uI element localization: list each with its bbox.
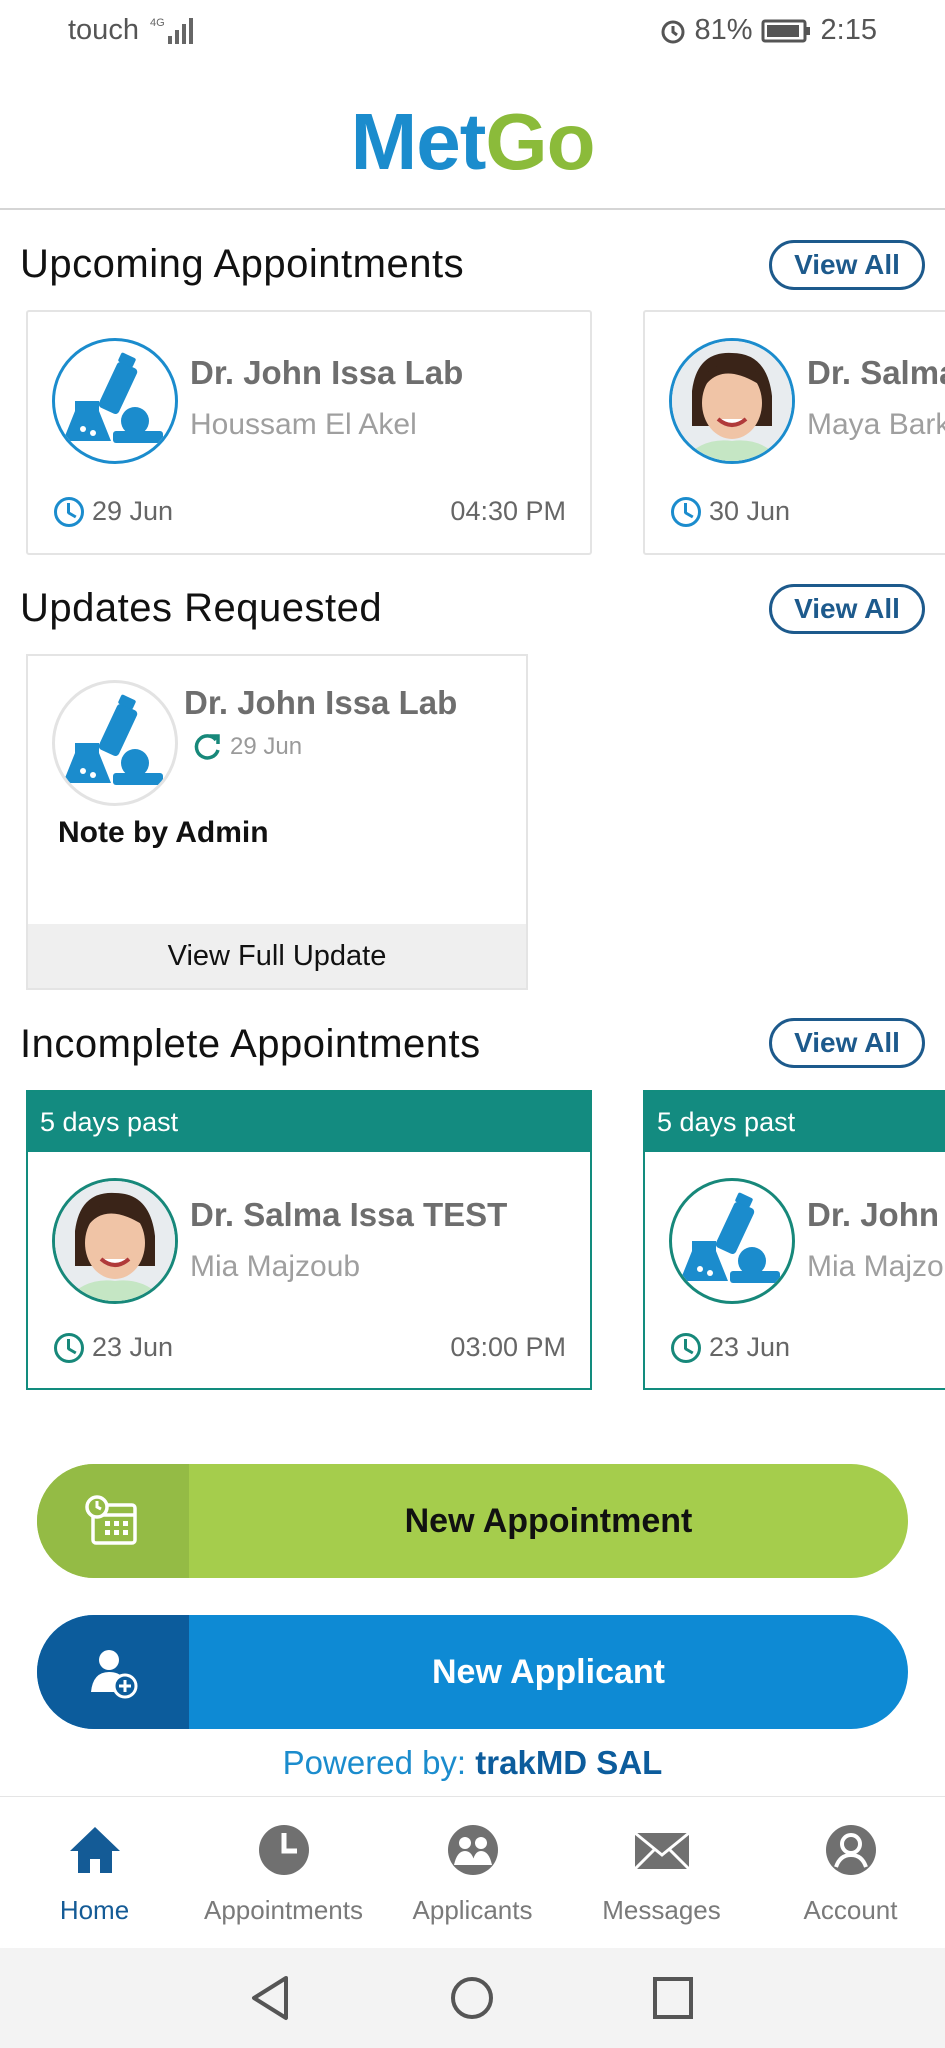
clock-icon bbox=[671, 1332, 701, 1363]
new-applicant-button[interactable]: New Applicant bbox=[37, 1615, 908, 1729]
user-icon bbox=[826, 1825, 876, 1875]
patient-name: Houssam El Akel bbox=[190, 408, 417, 441]
doctor-name: Dr. John bbox=[807, 1196, 940, 1233]
nav-account[interactable]: Account bbox=[756, 1797, 945, 1949]
doctor-photo-avatar bbox=[52, 1178, 178, 1304]
clock-time: 2:15 bbox=[820, 14, 877, 46]
update-date: 29 Jun bbox=[192, 732, 302, 762]
doctor-name: Dr. Salma Issa TEST bbox=[190, 1196, 508, 1233]
clock-icon bbox=[54, 496, 84, 527]
back-icon[interactable] bbox=[248, 1974, 292, 2022]
appointment-date: 30 Jun bbox=[671, 496, 790, 527]
patient-name: Mia Majzo bbox=[807, 1250, 944, 1283]
view-full-update-button[interactable]: View Full Update bbox=[28, 924, 526, 988]
carrier-label: touch bbox=[68, 14, 139, 46]
signal-icon: 4G bbox=[150, 17, 193, 44]
appointment-date: 23 Jun bbox=[671, 1332, 790, 1363]
days-past-badge: 5 days past bbox=[645, 1092, 945, 1152]
incomplete-title: Incomplete Appointments bbox=[20, 1022, 481, 1066]
system-nav-bar bbox=[0, 1948, 945, 2048]
calendar-clock-icon bbox=[37, 1464, 189, 1578]
add-user-icon bbox=[37, 1615, 189, 1729]
lab-avatar-icon bbox=[52, 680, 178, 806]
patient-name: Maya Bark bbox=[807, 408, 945, 441]
nav-messages[interactable]: Messages bbox=[567, 1797, 756, 1949]
updates-title: Updates Requested bbox=[20, 586, 383, 630]
upcoming-view-all-button[interactable]: View All bbox=[769, 240, 925, 290]
people-icon bbox=[448, 1825, 498, 1875]
refresh-icon bbox=[194, 734, 220, 760]
incomplete-card-1[interactable]: 5 days past Dr. Salma Issa TEST Mia Majz… bbox=[26, 1090, 592, 1390]
battery-icon bbox=[761, 19, 810, 42]
doctor-name: Dr. Salma bbox=[807, 354, 945, 391]
powered-by: Powered by: trakMD SAL bbox=[282, 1744, 663, 1781]
updates-view-all-button[interactable]: View All bbox=[769, 584, 925, 634]
new-appointment-button[interactable]: New Appointment bbox=[37, 1464, 908, 1578]
clock-icon bbox=[259, 1825, 309, 1875]
appointment-date: 23 Jun bbox=[54, 1332, 173, 1363]
incomplete-view-all-button[interactable]: View All bbox=[769, 1018, 925, 1068]
alarm-icon bbox=[661, 20, 684, 43]
app-logo: MetGo bbox=[350, 97, 596, 186]
clock-icon bbox=[671, 496, 701, 527]
lab-avatar-icon bbox=[669, 1178, 795, 1304]
nav-home[interactable]: Home bbox=[0, 1797, 189, 1949]
home-screen: touch 4G 81% 2:15 MetGo Upcoming Appoint… bbox=[0, 0, 945, 2048]
clock-icon bbox=[54, 1332, 84, 1363]
incomplete-card-2[interactable]: 5 days past Dr. John Mia Majzo 23 Jun bbox=[643, 1090, 945, 1390]
status-bar: touch 4G 81% 2:15 bbox=[0, 0, 945, 66]
status-right: 81% 2:15 bbox=[659, 14, 877, 47]
appointment-time: 03:00 PM bbox=[450, 1332, 566, 1362]
patient-name: Mia Majzoub bbox=[190, 1250, 361, 1283]
nav-appointments[interactable]: Appointments bbox=[189, 1797, 378, 1949]
home-icon bbox=[70, 1827, 120, 1873]
new-applicant-label: New Applicant bbox=[432, 1652, 665, 1691]
app-header: MetGo bbox=[0, 66, 945, 210]
bottom-nav: Home Appointments Applicants Messages Ac… bbox=[0, 1796, 945, 1948]
appointment-date: 29 Jun bbox=[54, 496, 173, 527]
doctor-name: Dr. John Issa Lab bbox=[190, 354, 464, 391]
days-past-badge: 5 days past bbox=[28, 1092, 590, 1152]
battery-percent: 81% bbox=[694, 14, 753, 46]
svg-text:4G: 4G bbox=[150, 17, 165, 29]
mail-icon bbox=[633, 1831, 691, 1871]
upcoming-card-1[interactable]: Dr. John Issa Lab Houssam El Akel 29 Jun… bbox=[26, 310, 592, 555]
nav-applicants[interactable]: Applicants bbox=[378, 1797, 567, 1949]
home-circle-icon[interactable] bbox=[450, 1976, 494, 2020]
note-label: Note by Admin bbox=[58, 816, 269, 849]
doctor-photo-avatar bbox=[669, 338, 795, 464]
upcoming-title: Upcoming Appointments bbox=[20, 242, 465, 286]
new-appointment-label: New Appointment bbox=[404, 1501, 693, 1540]
upcoming-card-2[interactable]: Dr. Salma Maya Bark 30 Jun bbox=[643, 310, 945, 555]
recents-icon[interactable] bbox=[652, 1976, 694, 2020]
lab-avatar-icon bbox=[52, 338, 178, 464]
appointment-time: 04:30 PM bbox=[450, 496, 566, 526]
doctor-name: Dr. John Issa Lab bbox=[184, 684, 458, 721]
update-card[interactable]: Dr. John Issa Lab 29 Jun Note by Admin V… bbox=[26, 654, 528, 990]
